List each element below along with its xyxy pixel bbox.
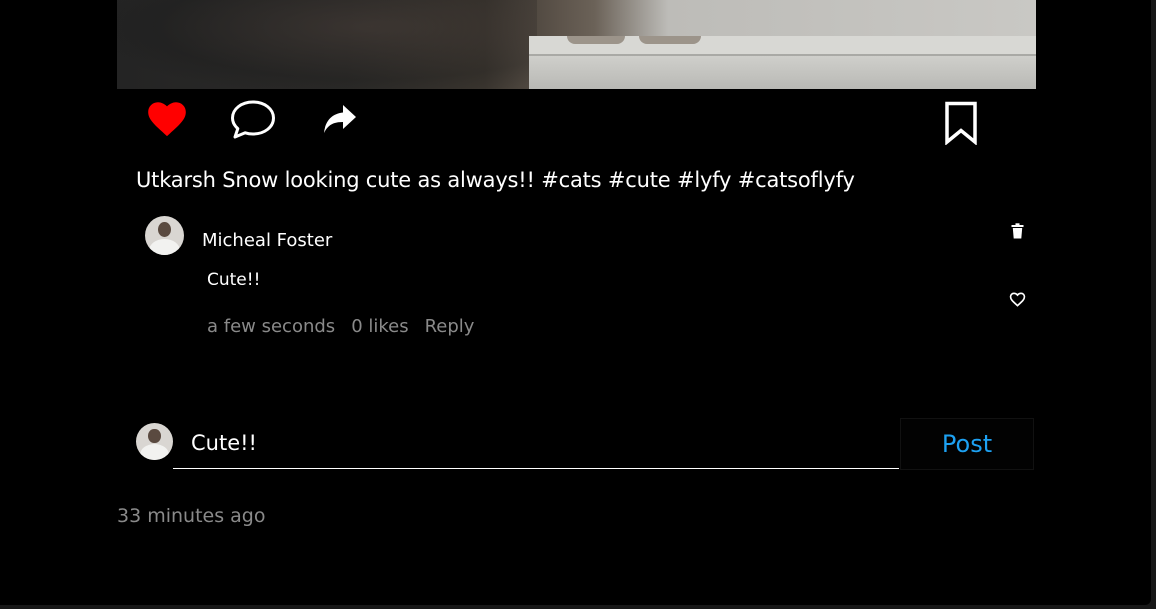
comment-avatar[interactable] [145, 216, 184, 255]
post-comment-button[interactable]: Post [900, 418, 1034, 470]
image-shelf [529, 36, 1036, 56]
like-button[interactable] [145, 98, 189, 140]
comment-likes[interactable]: 0 likes [351, 316, 408, 337]
comment-author[interactable]: Micheal Foster [202, 230, 332, 251]
comment-reply-button[interactable]: Reply [425, 316, 475, 337]
comment-button[interactable] [229, 98, 277, 140]
composer-avatar [136, 423, 173, 460]
image-shadow [117, 0, 537, 89]
image-paw [567, 36, 625, 44]
avatar-body [139, 444, 170, 460]
avatar-body [148, 238, 181, 255]
delete-comment-button[interactable] [1008, 221, 1026, 241]
comment-meta: a few seconds 0 likes Reply [207, 316, 490, 337]
share-arrow-icon [324, 105, 356, 133]
comment-input-wrap [173, 420, 899, 469]
trash-icon [1011, 223, 1023, 239]
save-button[interactable] [940, 100, 982, 146]
post-card: Utkarsh Snow looking cute as always!! #c… [0, 0, 1151, 605]
image-cabinet [529, 56, 1036, 89]
post-timestamp: 33 minutes ago [117, 505, 266, 527]
like-comment-button[interactable] [1007, 289, 1027, 309]
heart-outline-icon [1009, 291, 1025, 307]
image-paw [639, 36, 701, 44]
comment-input[interactable] [173, 420, 899, 466]
bookmark-icon [945, 101, 977, 145]
post-caption: Utkarsh Snow looking cute as always!! #c… [136, 168, 855, 192]
comment-text: Cute!! [207, 270, 261, 290]
share-button[interactable] [322, 102, 358, 136]
avatar-head [157, 221, 172, 238]
avatar-head [148, 428, 161, 444]
heart-filled-icon [148, 102, 186, 137]
comment-time: a few seconds [207, 316, 336, 337]
post-image[interactable] [117, 0, 1036, 89]
speech-bubble-icon [231, 100, 275, 139]
